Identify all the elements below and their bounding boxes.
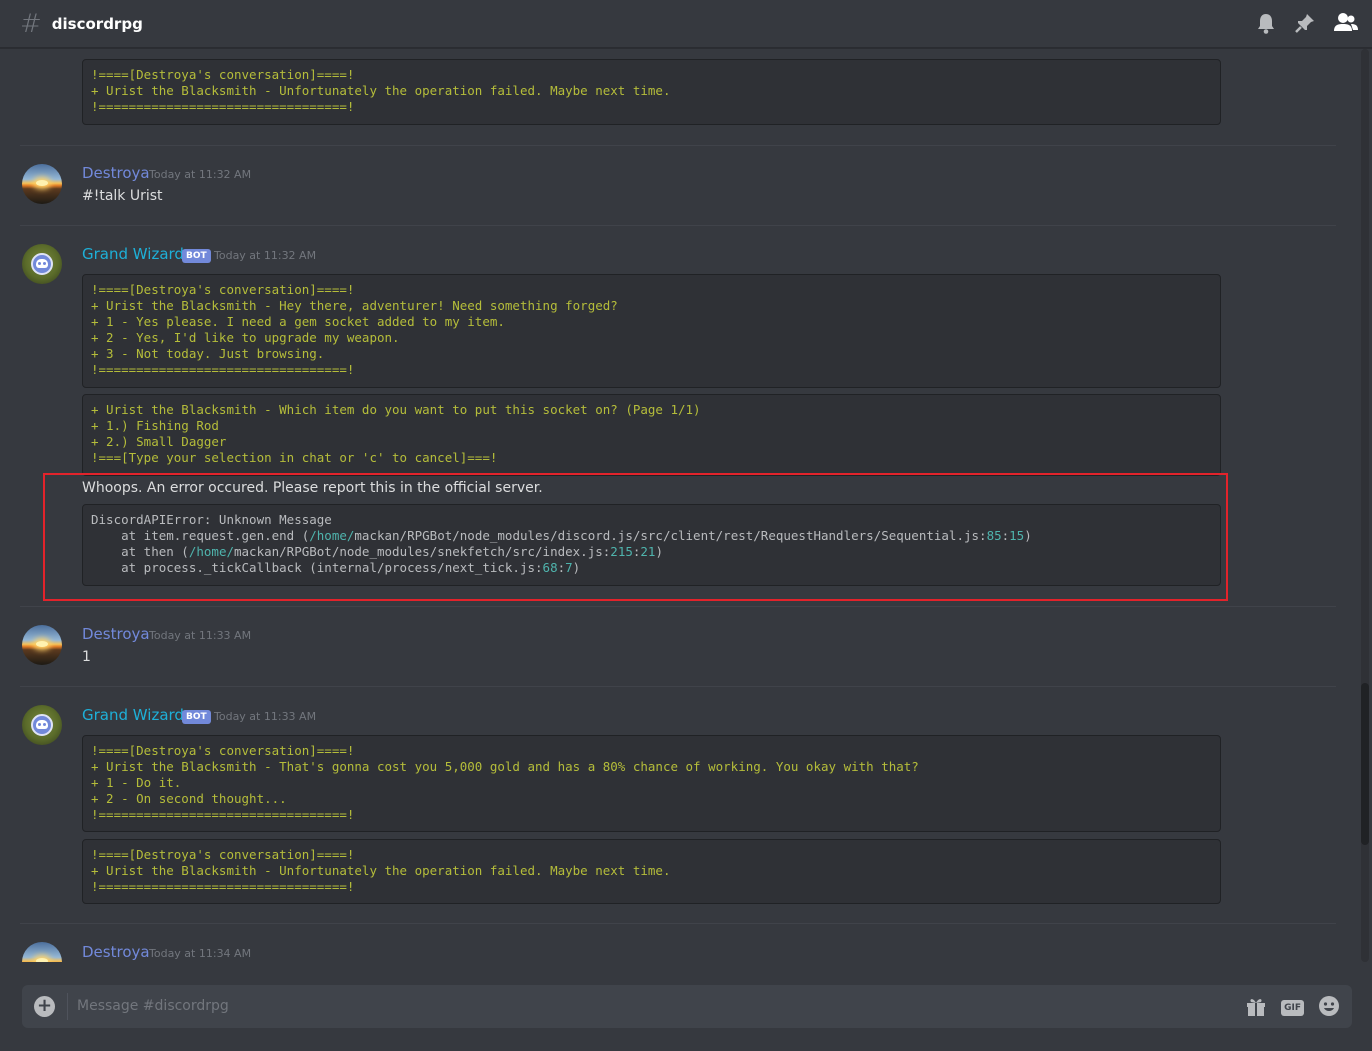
username[interactable]: Grand Wizard: [82, 245, 184, 263]
plus-icon[interactable]: +: [34, 996, 55, 1017]
channel-name: discordrpg: [51, 14, 143, 33]
members-icon[interactable]: [1334, 12, 1358, 34]
emoji-icon[interactable]: [1318, 995, 1340, 1021]
avatar[interactable]: [22, 164, 62, 204]
timestamp: Today at 11:32 AM: [149, 168, 252, 181]
message-input[interactable]: Message #discordrpg: [77, 998, 229, 1014]
bell-icon[interactable]: [1256, 12, 1276, 34]
composer-divider: [67, 993, 68, 1020]
message-list[interactable]: !====[Destroya's conversation]====! + Ur…: [0, 49, 1360, 962]
code-block: !====[Destroya's conversation]====! + Ur…: [82, 274, 1221, 388]
bot-badge: BOT: [182, 249, 211, 263]
scrollbar-thumb[interactable]: [1361, 683, 1369, 845]
timestamp: Today at 11:33 AM: [214, 710, 317, 723]
code-block: !====[Destroya's conversation]====! + Ur…: [82, 839, 1221, 904]
avatar[interactable]: [22, 625, 62, 665]
scrollbar[interactable]: [1361, 49, 1369, 962]
timestamp: Today at 11:33 AM: [149, 629, 252, 642]
message-divider: [20, 686, 1336, 687]
bot-avatar[interactable]: [22, 244, 62, 284]
code-block: !====[Destroya's conversation]====! + Ur…: [82, 735, 1221, 832]
code-block: + Urist the Blacksmith - Which item do y…: [82, 394, 1221, 476]
message-divider: [20, 225, 1336, 226]
message-divider: [20, 606, 1336, 607]
bot-badge: BOT: [182, 710, 211, 724]
pin-icon[interactable]: [1294, 12, 1316, 34]
hash-icon: #: [20, 8, 42, 39]
message-text: 1: [82, 649, 91, 665]
error-highlight-box: [43, 473, 1228, 601]
timestamp: Today at 11:34 AM: [149, 947, 252, 960]
channel-header: # discordrpg: [0, 0, 1372, 48]
avatar[interactable]: [22, 942, 62, 962]
code-block: !====[Destroya's conversation]====! + Ur…: [82, 59, 1221, 125]
username[interactable]: Destroya: [82, 625, 150, 643]
bot-avatar[interactable]: [22, 705, 62, 745]
message-divider: [20, 923, 1336, 924]
username[interactable]: Destroya: [82, 943, 150, 961]
message-divider: [20, 145, 1336, 146]
username[interactable]: Destroya: [82, 164, 150, 182]
gif-icon[interactable]: GIF: [1281, 1000, 1304, 1016]
username[interactable]: Grand Wizard: [82, 706, 184, 724]
message-composer[interactable]: + Message #discordrpg GIF: [22, 985, 1352, 1028]
gift-icon[interactable]: [1245, 995, 1267, 1021]
message-text: #!talk Urist: [82, 188, 163, 204]
timestamp: Today at 11:32 AM: [214, 249, 317, 262]
